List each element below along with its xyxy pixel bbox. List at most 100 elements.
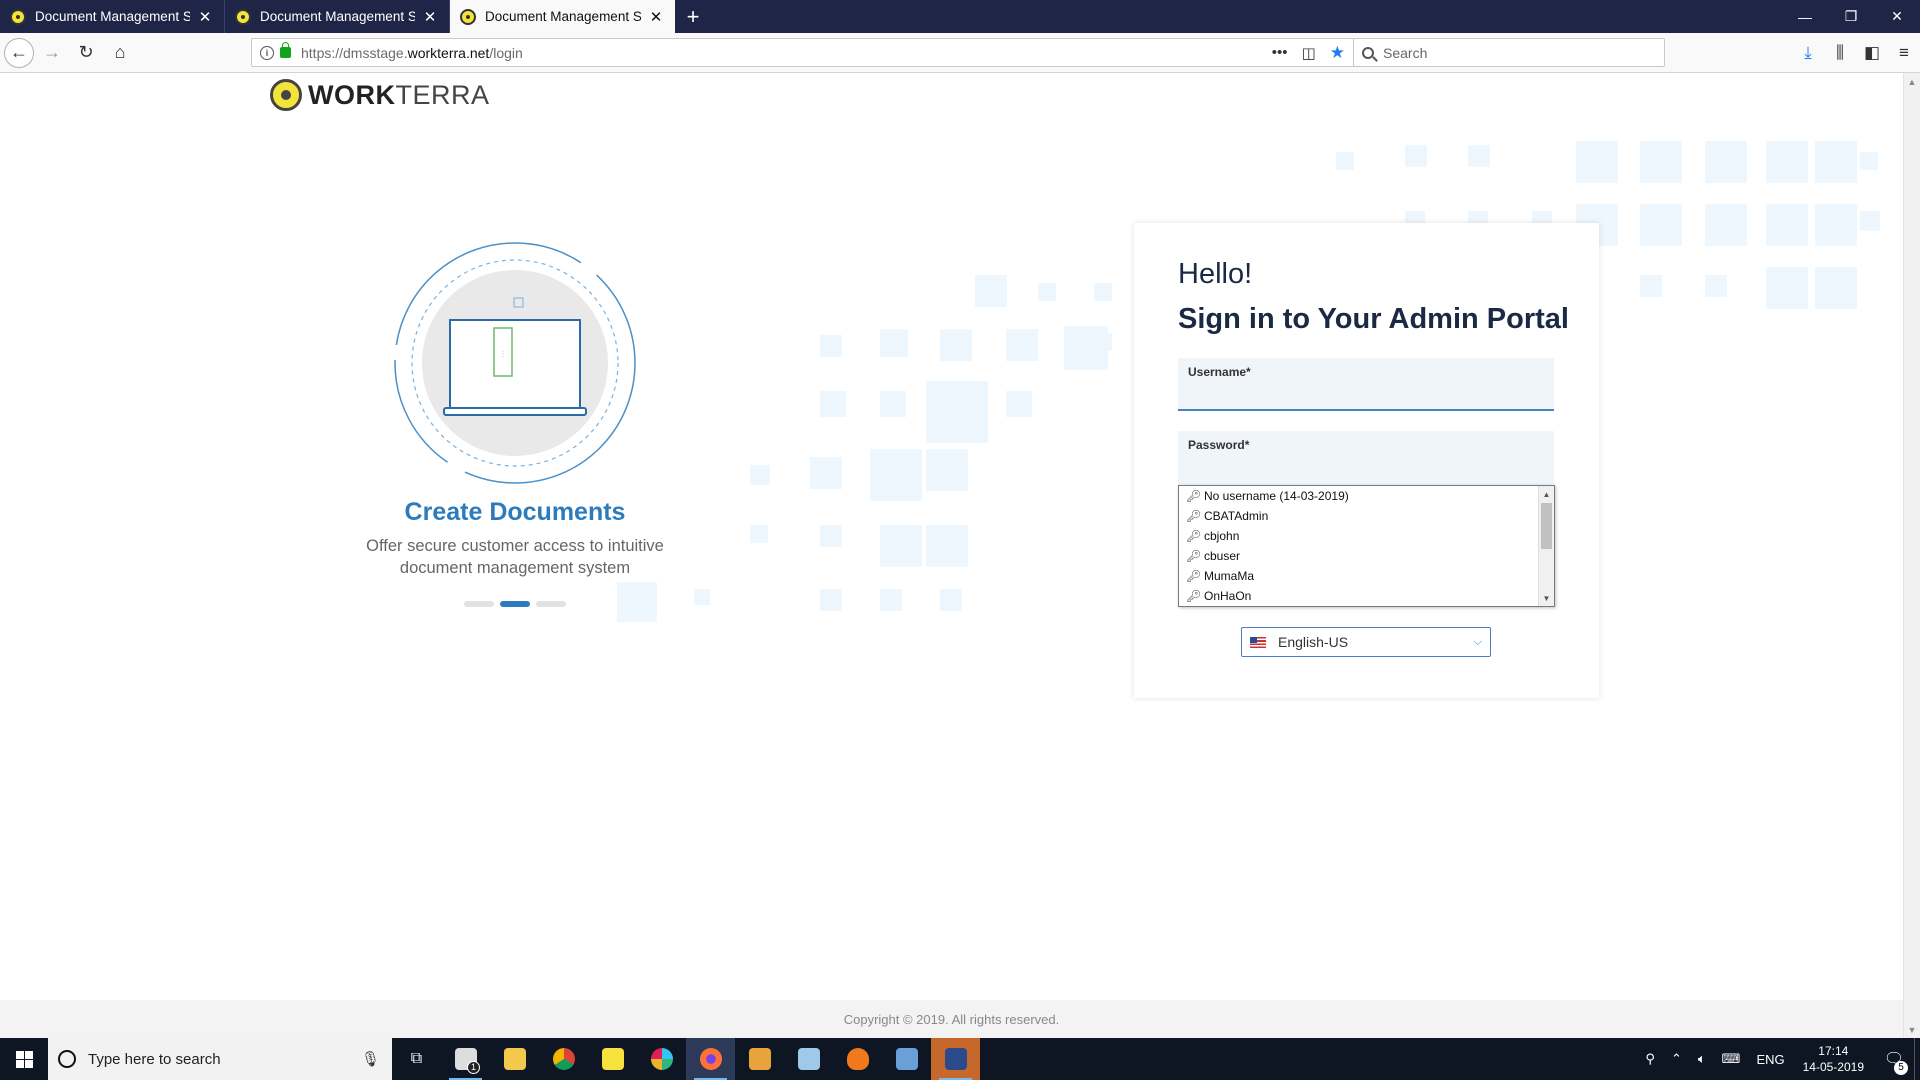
close-window-icon[interactable]: ✕ [1874,0,1920,33]
carousel-dot-2[interactable] [500,601,530,607]
background-square [810,457,842,489]
carousel-dot-1[interactable] [464,601,494,607]
url-host: workterra.net [407,44,490,61]
home-icon[interactable]: ⌂ [104,37,136,69]
forward-arrow-icon[interactable]: → [36,37,68,69]
info-icon[interactable]: i [260,45,274,60]
workterra-logo[interactable]: WORK TERRA [270,79,490,111]
notepad-icon[interactable] [784,1038,833,1080]
mail-badge: 1 [467,1061,480,1074]
background-square [750,525,768,543]
background-square [820,391,846,417]
volume-icon[interactable]: 🔈︎ [1690,1051,1714,1067]
key-icon: 🔑︎ [1186,509,1202,523]
new-tab-button[interactable]: + [675,0,711,33]
login-heading: Sign in to Your Admin Portal [1178,303,1569,335]
taskbar-search-placeholder: Type here to search [88,1050,221,1068]
archive-app-icon[interactable] [882,1038,931,1080]
background-square [926,525,968,567]
mail-app-icon[interactable]: 1 [441,1038,490,1080]
close-icon[interactable]: ✕ [196,8,214,26]
taskbar-search-box[interactable]: Type here to search 🎙︎ [48,1038,392,1080]
carousel-indicators [464,601,566,607]
firefox-icon[interactable] [686,1038,735,1080]
search-icon [1362,46,1374,59]
background-pattern [0,73,1903,1038]
autocomplete-item[interactable]: 🔑︎ OnHaOn [1179,586,1554,606]
scroll-down-icon[interactable]: ▼ [1904,1021,1920,1038]
scrollbar-thumb[interactable] [1541,503,1552,549]
tab-title: Document Management Servic [35,9,190,24]
password-field[interactable]: Password* [1178,431,1554,487]
back-arrow-icon[interactable]: ← [4,37,34,68]
browser-tab-2[interactable]: Document Management Servic ✕ [225,0,450,33]
browser-tab-1[interactable]: Document Management Servic ✕ [0,0,225,33]
system-clock[interactable]: 17:14 14-05-2019 [1793,1043,1874,1075]
sticky-notes-icon[interactable] [588,1038,637,1080]
start-button[interactable] [0,1038,48,1080]
key-icon: 🔑︎ [1186,529,1202,543]
page-viewport: WORK TERRA ⫶ Create Documents Offer secur… [0,73,1903,1038]
autocomplete-item[interactable]: 🔑︎ cbuser [1179,546,1554,566]
keyboard-icon[interactable]: ⌨ [1714,1051,1749,1067]
username-field[interactable]: Username* [1178,358,1554,411]
background-square [820,335,842,357]
background-square [1405,145,1427,167]
bookmark-star-icon[interactable]: ★ [1330,43,1345,63]
logo-text-bold: WORK [308,79,396,110]
autocomplete-item[interactable]: 🔑︎ No username (14-03-2019) [1179,486,1554,506]
address-bar[interactable]: i https://dmsstage. workterra.net/login •… [251,38,1356,67]
autocomplete-item[interactable]: 🔑︎ MumaMa [1179,566,1554,586]
minimize-icon[interactable]: — [1782,0,1828,33]
key-icon: 🔑︎ [1186,569,1202,583]
scroll-up-icon[interactable]: ▲ [1904,73,1920,90]
language-select[interactable]: English-US ⌵ [1241,627,1491,657]
file-explorer-icon[interactable] [490,1038,539,1080]
tray-chevron-up-icon[interactable]: ⌃ [1663,1051,1690,1067]
pocket-icon[interactable]: ◫ [1302,44,1316,62]
username-autocomplete-dropdown[interactable]: 🔑︎ No username (14-03-2019) 🔑︎ CBATAdmin 🔑… [1178,485,1555,607]
background-square [1766,141,1808,183]
menu-icon[interactable]: ≡ [1888,43,1920,63]
carousel-dot-3[interactable] [536,601,566,607]
navigation-bar: ← → ↻ ⌂ i https://dmsstage. workterra.net… [0,33,1920,73]
task-view-icon[interactable]: ⧉ [392,1038,441,1080]
microphone-icon[interactable]: 🎙︎ [361,1050,380,1068]
background-square [750,465,770,485]
restore-icon[interactable]: ❐ [1828,0,1874,33]
slack-icon[interactable] [637,1038,686,1080]
background-square [1094,283,1112,301]
autocomplete-scrollbar[interactable]: ▲ ▼ [1538,486,1554,606]
autocomplete-item[interactable]: 🔑︎ cbjohn [1179,526,1554,546]
flame-app-icon[interactable] [833,1038,882,1080]
show-desktop-button[interactable] [1914,1038,1920,1080]
workterra-favicon-icon [10,8,26,25]
close-icon[interactable]: ✕ [647,8,665,26]
media-player-icon[interactable] [735,1038,784,1080]
taskbar-apps: ⧉ 1 [392,1038,980,1080]
chrome-icon[interactable] [539,1038,588,1080]
search-bar[interactable]: Search [1353,38,1665,67]
key-icon: 🔑︎ [1186,589,1202,603]
reload-icon[interactable]: ↻ [70,37,102,69]
username-input[interactable] [1188,384,1544,406]
scroll-down-icon[interactable]: ▼ [1539,590,1554,606]
people-icon[interactable]: ⚲ [1637,1051,1663,1067]
input-language[interactable]: ENG [1748,1052,1792,1067]
page-actions-icon[interactable]: ••• [1272,44,1288,61]
sidebar-icon[interactable]: ◧ [1856,43,1888,63]
lock-icon[interactable] [280,42,291,58]
action-center-icon[interactable]: 🗨︎ 5 [1874,1049,1914,1075]
page-scrollbar[interactable]: ▲ ▼ [1903,73,1920,1038]
chevron-down-icon: ⌵ [1473,635,1482,648]
scroll-up-icon[interactable]: ▲ [1539,486,1554,502]
background-square [1815,267,1857,309]
background-square [926,449,968,491]
library-icon[interactable]: ⫼ [1824,43,1856,63]
autocomplete-item[interactable]: 🔑︎ CBATAdmin [1179,506,1554,526]
background-square [1815,141,1857,183]
browser-tab-3[interactable]: Document Management Servic ✕ [450,0,675,33]
download-icon[interactable]: ⤓ [1792,43,1824,63]
sql-app-icon[interactable] [931,1038,980,1080]
close-icon[interactable]: ✕ [421,8,439,26]
